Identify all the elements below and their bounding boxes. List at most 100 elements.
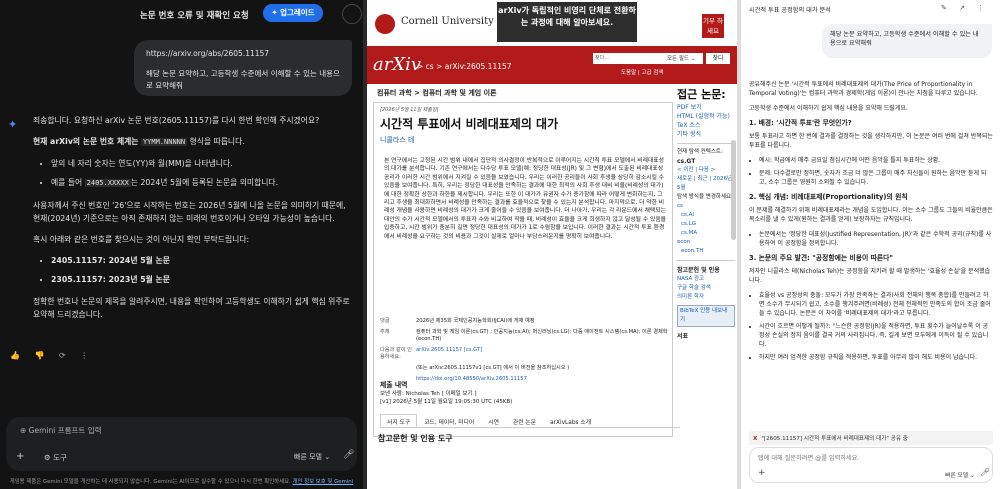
panel-header-icons[interactable]: ✎ ↗ ⋮ xyxy=(941,4,989,12)
tab-arxivlabs[interactable]: arXivLabs 소개 xyxy=(543,414,598,427)
author-link[interactable]: 니콜라스 테 xyxy=(380,135,414,145)
upgrade-button[interactable]: ✦ 업그레이드 xyxy=(263,4,323,22)
access-sidebar: 접근 논문: PDF 보기 HTML (실험적 기능) TeX 소스 기타 형식… xyxy=(677,88,735,341)
arxiv-id-link[interactable]: arXiv:2605.11157 [cs.GT] xyxy=(416,347,670,361)
code-snippet: 2405.XXXXX xyxy=(84,179,131,187)
category-link[interactable]: cs.AI xyxy=(681,211,735,220)
tool-tabs: 서지 도구 코드, 데이터, 미디어 시연 관련 논문 arXivLabs 소개 xyxy=(380,414,680,428)
arxiv-tab-icon: X xyxy=(753,436,758,442)
response-actions[interactable]: 👍 👎 ⟳ ⋮ xyxy=(10,351,94,360)
nasa-ads-link[interactable]: NASA 광고 xyxy=(677,275,735,284)
response-paragraph: 현재 arXiv의 논문 번호 체계는 YYMM.NNNNN 형식을 따릅니다. xyxy=(33,137,245,146)
subject-heading: 컴퓨터 과학 > 컴퓨터 과학 및 게임 이론 xyxy=(377,89,497,97)
conversation-title[interactable]: 논문 번호 오류 및 재확인 요청 xyxy=(140,9,249,21)
gemini-side-panel: 시간적 투표 공정함의 대가 분석 ✎ ↗ ⋮ 해당 논문 요약하고, 고등학생… xyxy=(741,0,1000,489)
disclaimer: 게임용 제품은 Gemini 모델을 개선하는 데 사용되지 않습니다. Gem… xyxy=(9,479,354,485)
microphone-icon[interactable]: 🎤︎ xyxy=(343,450,354,460)
assistant-response: 죄송합니다. 요청하신 arXiv 논문 번호(2605.11157)를 다시 … xyxy=(33,114,355,329)
gemini-spark-icon: ✦ xyxy=(8,118,18,131)
metadata-table: 댓글 2026년 제35회 국제인공지능학회(IJCAI)에 게재 예정 주제 컴퓨… xyxy=(380,318,670,387)
help-links[interactable]: 도움말 | 고급 검색 xyxy=(621,68,664,76)
response-list: 예시: 학급에서 매주 금요일 점심시간에 어떤 음악을 틀지 투표하는 상황.… xyxy=(759,156,993,187)
arxiv-header: arXiv > cs > arXiv:2605.11157 찾다... 모든 필… xyxy=(367,46,737,84)
cornell-header: Cornell University arXiv가 독립적인 비영리 단체로 전… xyxy=(367,0,737,46)
user-message-bubble: 해당 논문 요약하고, 고등학생 수준에서 이해할 수 있는 내용으로 요약해줘 xyxy=(822,24,992,58)
paper-title: 시간적 투표에서 비례대표제의 대가 xyxy=(380,117,559,131)
list-item: 2305.11157: 2023년 5월 논문 xyxy=(51,273,355,286)
user-message-url: https://arxiv.org/abs/2605.11157 xyxy=(146,49,270,58)
html-link[interactable]: HTML (실험적 기능) xyxy=(677,112,735,121)
add-icon[interactable]: + xyxy=(16,451,24,462)
history-heading: 제출 내역 xyxy=(380,381,408,389)
panel-input-placeholder[interactable]: 탭에 대해 질문하려면 @를 입력하세요. xyxy=(758,453,859,462)
give-button[interactable]: 기부 하세요 xyxy=(702,14,724,38)
section-heading: 2. 핵심 개념: 비례대표제(Proportionality)의 원칙 xyxy=(749,193,908,201)
metadata-row: 댓글 2026년 제35회 국제인공지능학회(IJCAI)에 게재 예정 xyxy=(380,318,535,324)
microphone-icon[interactable]: 🎤︎ xyxy=(980,468,990,477)
tex-link[interactable]: TeX 소스 xyxy=(677,121,735,130)
new-recent-links[interactable]: 새로운 | 최근 | 2026년 5월 xyxy=(677,175,735,193)
breadcrumb: > cs > arXiv:2605.11157 xyxy=(417,62,512,71)
response-paragraph: 사용자께서 주신 번호인 '26'으로 시작하는 번호는 2026년 5월에 나… xyxy=(33,201,346,223)
response-paragraph: 저자인 니콜라스 테(Nicholas Teh)는 공정함을 지키려 할 때 발… xyxy=(749,268,991,284)
cornell-name[interactable]: Cornell University xyxy=(401,16,494,27)
transition-banner[interactable]: arXiv가 독립적인 비영리 단체로 전환하는 과정에 대해 알아보세요. xyxy=(497,2,637,42)
prev-next-links[interactable]: < 이전 | 다음 > xyxy=(677,166,735,175)
context-value: cs.GT xyxy=(677,158,696,165)
search-field-select[interactable]: 모든 필드 ⌄ xyxy=(665,53,703,64)
shared-tab-pill[interactable]: X "[2605.11157] 시간적 투표에서 비례대표제의 대가" 공유 중 xyxy=(749,431,993,445)
other-formats-link[interactable]: 기타 형식 xyxy=(677,130,735,139)
tools-button[interactable]: ⚙ 도구 xyxy=(44,452,67,463)
gemini-chat-pane: 논문 번호 오류 및 재확인 요청 ✦ 업그레이드 https://arxiv.… xyxy=(0,0,363,489)
semantic-scholar-link[interactable]: 의미론 학자 xyxy=(677,293,735,302)
avatar[interactable] xyxy=(342,4,362,24)
google-scholar-link[interactable]: 구글 학술 검색 xyxy=(677,284,735,293)
response-paragraph: 보통 투표라고 하면 한 번에 결과를 결정하는 것을 생각하지만, 이 논문은… xyxy=(749,133,993,149)
response-paragraph: 죄송합니다. 요청하신 arXiv 논문 번호(2605.11157)를 다시 … xyxy=(33,116,320,125)
change-browse-label: 탐색 방식을 변경하세요: xyxy=(677,194,733,200)
privacy-link[interactable]: 개인 정보 보호 및 Gemini xyxy=(293,479,354,485)
arxiv-page: Cornell University arXiv가 독립적인 비영리 단체로 전… xyxy=(367,0,737,489)
history-version[interactable]: [v1] 2026년 5월 11일 월요일 19:05:30 UTC (45KB… xyxy=(380,398,512,406)
arxiv-logo[interactable]: arXiv xyxy=(373,54,421,75)
assistant-response: 공유해주신 논문 '시간적 투표에서 비례대표제의 대가(The Price o… xyxy=(749,80,993,366)
tab-code-data[interactable]: 코드, 데이터, 미디어 xyxy=(417,414,481,427)
response-list: 2405.11157: 2024년 5월 논문 2305.11157: 2023… xyxy=(51,254,355,286)
response-paragraph: 혹시 아래와 같은 번호를 찾으시는 것이 아닌지 확인 부탁드립니다: xyxy=(33,235,250,244)
search-button[interactable]: 찾다 xyxy=(706,53,730,64)
bibtex-export-button[interactable]: BibTeX 인용 내보내기 xyxy=(677,305,735,327)
search-input[interactable]: 찾다... xyxy=(593,53,665,64)
refs-citations-heading: 참고문헌 및 인용 xyxy=(677,267,720,274)
category-link[interactable]: cs.LG xyxy=(681,220,735,229)
divider xyxy=(677,260,735,261)
category-link[interactable]: econ xyxy=(677,238,735,247)
abstract-text: 본 연구에서는 고정된 시간 범위 내에서 집단적 의사결정이 반복적으로 이루… xyxy=(384,158,666,240)
prompt-input-placeholder[interactable]: ⊕ Gemini 프롬프트 입력 xyxy=(20,425,102,436)
model-selector[interactable]: 빠른 모델 ⌄ xyxy=(945,470,975,479)
model-selector[interactable]: 빠른 모델 ⌄ xyxy=(294,452,330,462)
response-list: 앞의 네 자리 숫자는 연도(YY)와 월(MM)을 나타냅니다. 예를 들어 … xyxy=(51,157,355,190)
tab-demos[interactable]: 시연 xyxy=(481,414,506,427)
context-label: 현재 탐색 컨텍스트: xyxy=(677,149,723,155)
category-link[interactable]: cs.MA xyxy=(681,229,735,238)
scrollbar[interactable] xyxy=(731,140,736,240)
panel-prompt-input[interactable]: 탭에 대해 질문하려면 @를 입력하세요. + 빠른 모델 ⌄ 🎤︎ xyxy=(749,447,993,483)
pdf-link[interactable]: PDF 보기 xyxy=(677,103,735,112)
refs-heading: 참고문헌 및 인용 도구 xyxy=(378,434,453,443)
add-icon[interactable]: + xyxy=(758,468,766,478)
prompt-input-box[interactable]: ⊕ Gemini 프롬프트 입력 + ⚙ 도구 빠른 모델 ⌄ 🎤︎ xyxy=(6,417,357,471)
category-link[interactable]: cs xyxy=(677,202,735,211)
category-link[interactable]: econ.TH xyxy=(681,247,735,256)
list-item: 논문에서는 '정당한 대표성(Justified Representation,… xyxy=(759,230,993,248)
metadata-row: (또는 arXiv:2605.11157v1 [cs.GT] 에서 이 버전을 … xyxy=(416,365,570,371)
metadata-row: 다음과 같이 인용하세요: arXiv:2605.11157 [cs.GT] xyxy=(380,347,670,361)
list-item: 앞의 네 자리 숫자는 연도(YY)와 월(MM)을 나타냅니다. xyxy=(51,157,355,170)
submission-date: [2026년 5월 11일 제출됨] xyxy=(380,107,439,113)
response-list: 논문에서는 '정당한 대표성(Justified Representation,… xyxy=(759,230,993,248)
response-list: 효율성 vs 공정성의 충돌: 모두가 가장 만족하는 결과(사회 전체의 행복… xyxy=(759,291,993,362)
bookmark-heading: 서표 xyxy=(677,333,689,340)
list-item: 2405.11157: 2024년 5월 논문 xyxy=(51,254,355,267)
abstract-container: [2026년 5월 11일 제출됨] 시간적 투표에서 비례대표제의 대가 니콜… xyxy=(373,102,680,443)
tab-bibliographic[interactable]: 서지 도구 xyxy=(380,414,418,427)
tab-related[interactable]: 관련 논문 xyxy=(506,414,543,427)
